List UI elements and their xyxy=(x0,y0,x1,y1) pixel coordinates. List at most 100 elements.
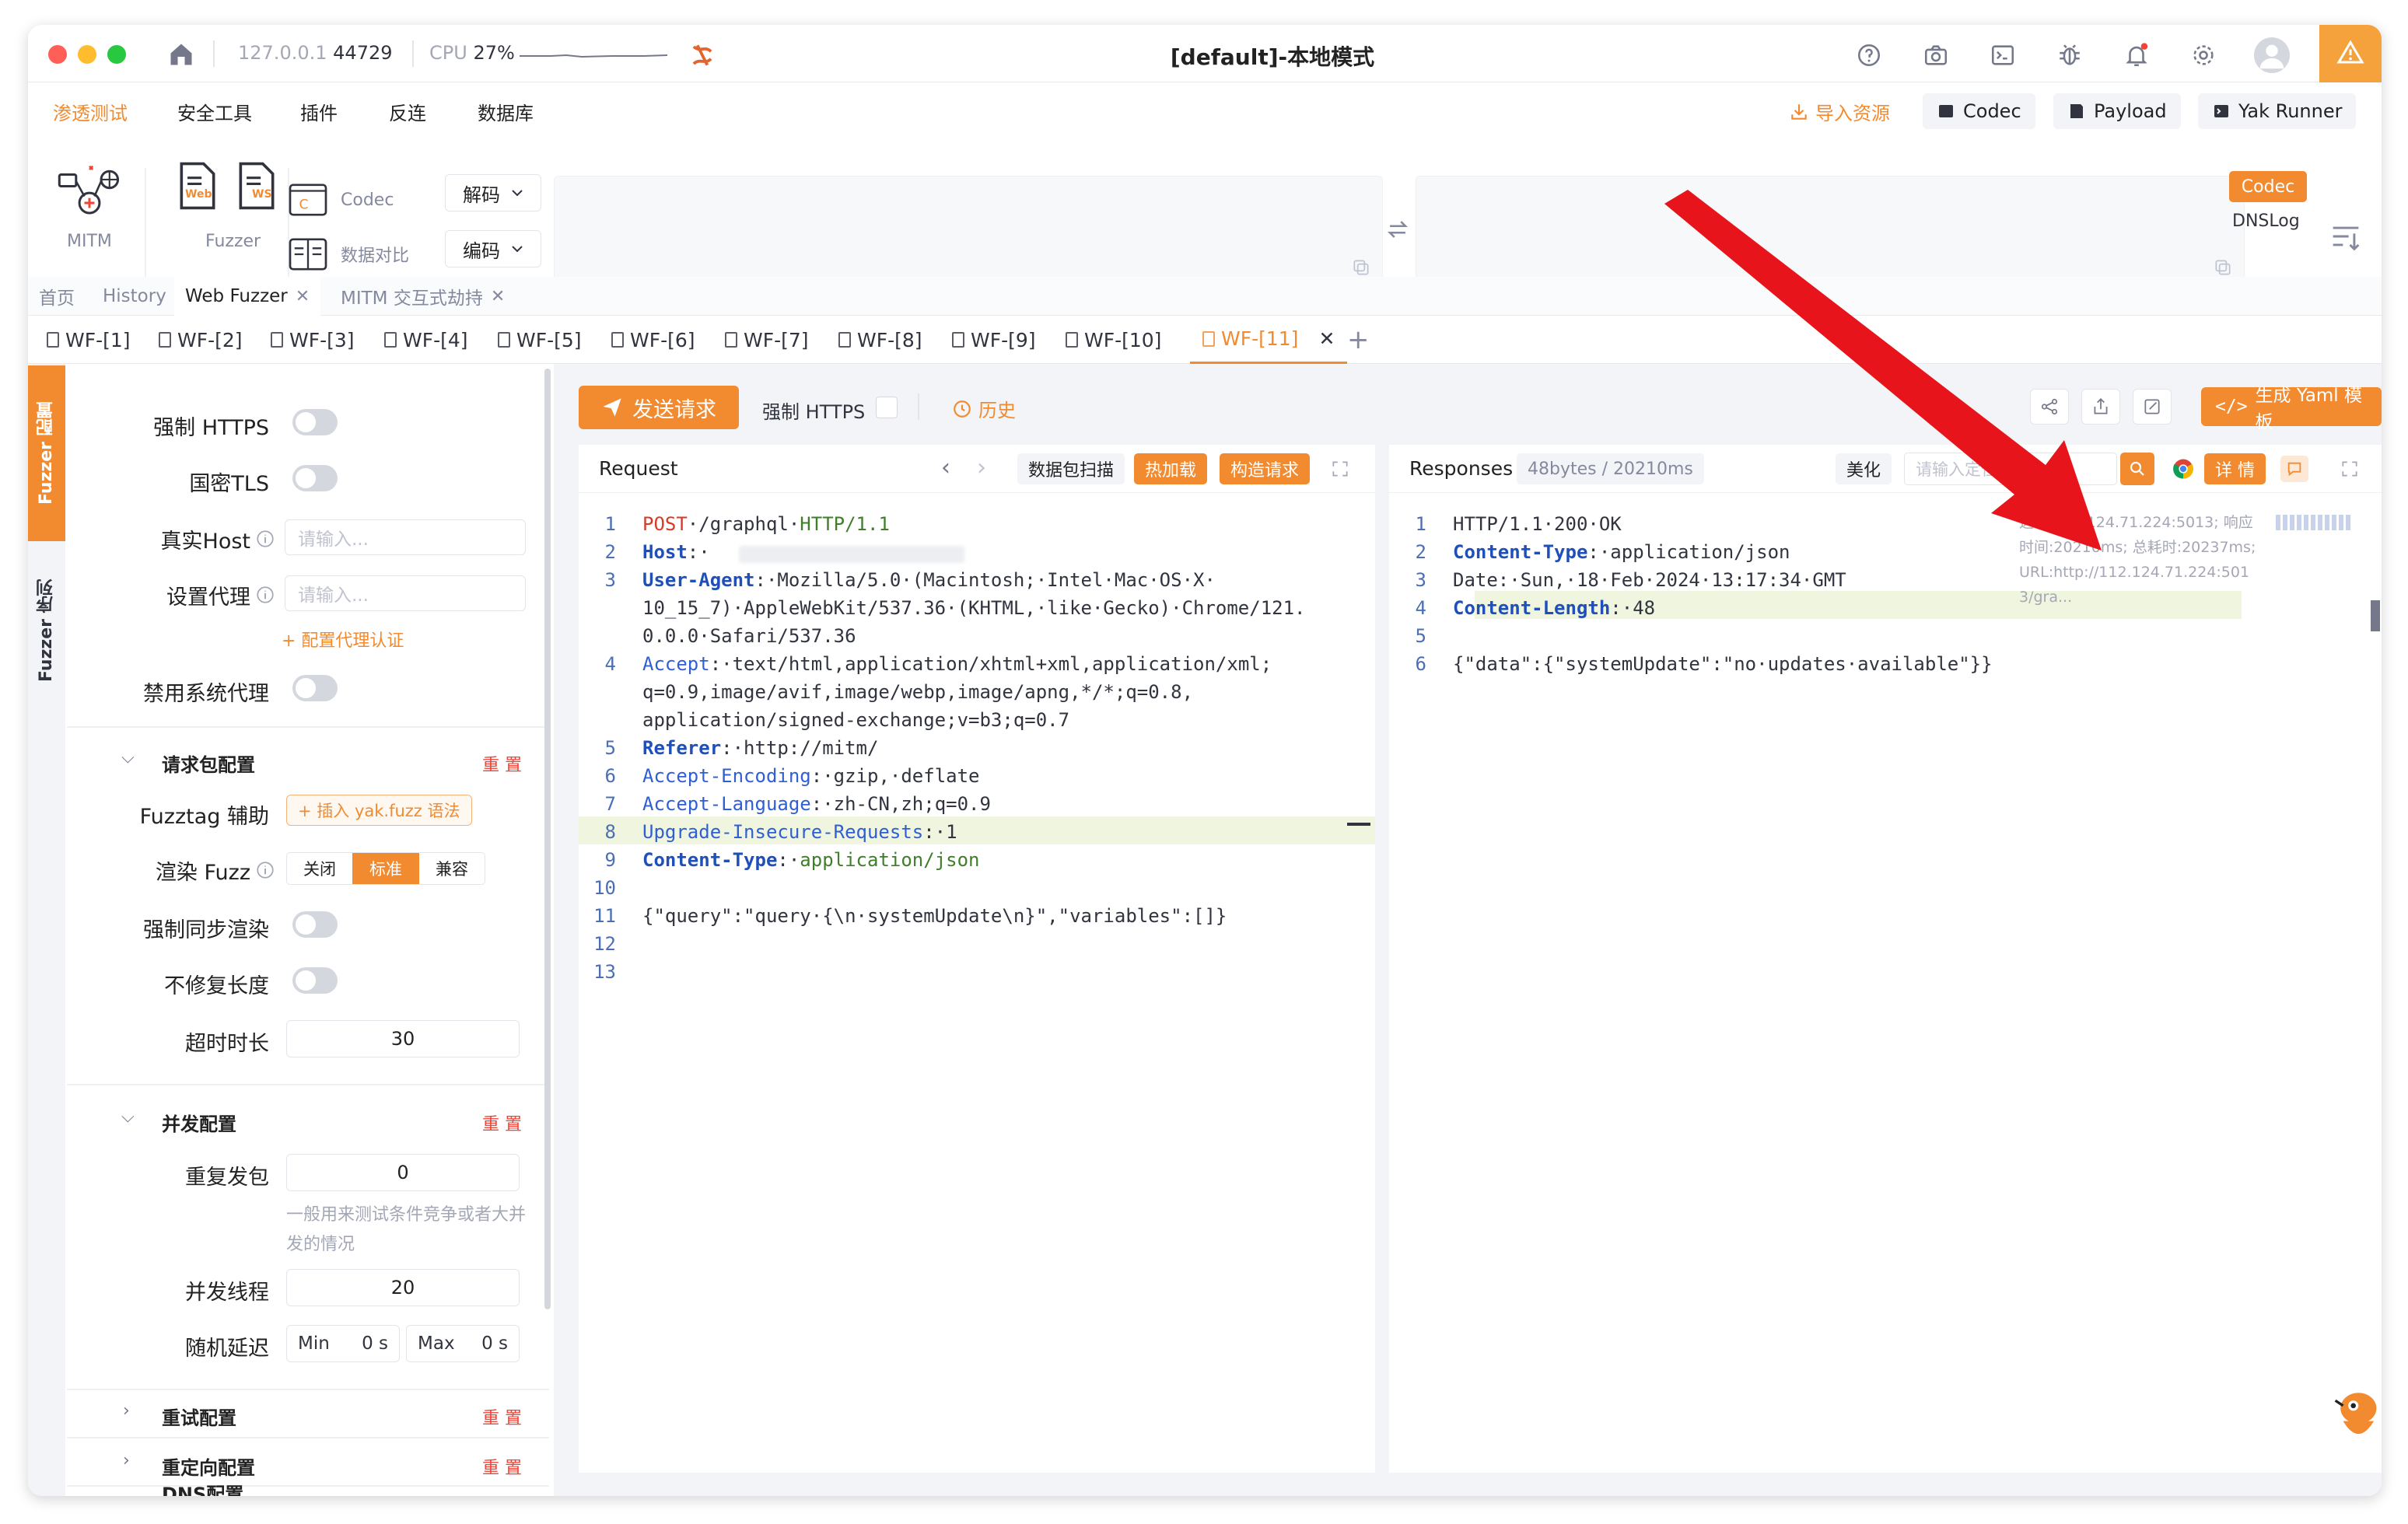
request-editor[interactable]: 1 POST·/graphql·HTTP/1.1 2 Host:· 3 User-Agen… xyxy=(585,510,1363,1443)
comment-button[interactable] xyxy=(2280,456,2308,482)
fuzzer-tab[interactable]: WF-[2] xyxy=(159,316,243,364)
menu-reverse[interactable]: 反连 xyxy=(389,98,426,125)
fuzzer-tab[interactable]: WF-[7] xyxy=(725,316,809,364)
codec-input-area[interactable] xyxy=(554,176,1383,288)
details-button[interactable]: 详 情 xyxy=(2204,453,2266,484)
bell-icon[interactable] xyxy=(2123,42,2150,68)
home-icon[interactable] xyxy=(166,40,196,68)
close-icon[interactable]: ✕ xyxy=(296,287,310,306)
fullscreen-icon[interactable] xyxy=(1330,459,1350,479)
fuzzer-tab[interactable]: WF-[1] xyxy=(47,316,131,364)
config-scrollbar[interactable] xyxy=(544,369,551,1309)
warning-button[interactable] xyxy=(2319,25,2382,82)
add-tab-button[interactable]: + xyxy=(1347,316,1370,364)
fuzzer-tab[interactable]: WF-[4] xyxy=(384,316,468,364)
mitm-tool[interactable]: MITM xyxy=(56,160,131,253)
force-https-checkbox[interactable] xyxy=(876,397,898,418)
retry-config-title[interactable]: 重试配置 xyxy=(162,1403,236,1430)
redirect-config-reset[interactable]: 重 置 xyxy=(482,1454,522,1479)
chevron-down-icon[interactable]: ⌵ xyxy=(121,1107,135,1127)
fuzzer-tab[interactable]: WF-[8] xyxy=(838,316,922,364)
fuzzer-tab-active[interactable]: WF-[11] ✕ xyxy=(1190,316,1348,364)
fuzzer-tab[interactable]: WF-[10] xyxy=(1066,316,1161,364)
mascot-icon[interactable] xyxy=(2330,1382,2382,1449)
redirect-config-title[interactable]: 重定向配置 xyxy=(162,1452,255,1480)
disable-system-proxy-toggle[interactable] xyxy=(292,675,338,701)
hot-load-button[interactable]: 热加载 xyxy=(1134,453,1208,484)
search-button[interactable] xyxy=(2120,453,2154,485)
fuzzer-tab[interactable]: WF-[3] xyxy=(271,316,355,364)
compare-tool[interactable]: 数据对比 xyxy=(288,236,409,272)
close-icon[interactable]: ✕ xyxy=(1318,327,1335,350)
threads-input[interactable]: 20 xyxy=(286,1269,520,1306)
minimap[interactable] xyxy=(2276,515,2350,530)
tab-web-fuzzer[interactable]: Web Fuzzer ✕ xyxy=(174,277,321,316)
timeout-input[interactable]: 30 xyxy=(286,1020,520,1057)
settings-gear-icon[interactable] xyxy=(2190,42,2217,68)
menu-database[interactable]: 数据库 xyxy=(478,98,534,125)
menu-pentest[interactable]: 渗透测试 xyxy=(53,98,128,125)
proxy-auth-link[interactable]: + 配置代理认证 xyxy=(282,627,404,652)
swap-icon[interactable] xyxy=(1384,216,1411,243)
send-request-button[interactable]: 发送请求 xyxy=(579,386,739,429)
tab-home[interactable]: 首页 xyxy=(28,277,86,316)
concurrency-config-title[interactable]: 并发配置 xyxy=(162,1109,236,1136)
chevron-right-icon[interactable]: › xyxy=(123,1401,130,1421)
export-button[interactable] xyxy=(2081,389,2120,425)
vtab-fuzzer-config[interactable]: Fuzzer 配置 xyxy=(28,365,65,541)
side-codec-tab[interactable]: Codec xyxy=(2229,171,2307,202)
dns-config-title[interactable]: DNS配置 xyxy=(162,1485,243,1496)
chevron-right-icon[interactable]: › xyxy=(977,454,986,481)
request-config-reset[interactable]: 重 置 xyxy=(482,751,522,776)
menu-security-tools[interactable]: 安全工具 xyxy=(177,98,252,125)
insert-fuzz-syntax-button[interactable]: + 插入 yak.fuzz 语法 xyxy=(286,795,472,826)
repeat-input[interactable]: 0 xyxy=(286,1154,520,1191)
delay-max-input[interactable]: Max 0 s xyxy=(406,1325,520,1362)
chrome-icon[interactable] xyxy=(2172,457,2195,481)
copy-icon[interactable] xyxy=(2213,257,2233,278)
response-scrollbar[interactable] xyxy=(2371,600,2380,631)
menu-plugins[interactable]: 插件 xyxy=(300,98,338,125)
user-avatar[interactable] xyxy=(2254,37,2290,73)
delay-min-input[interactable]: Min 0 s xyxy=(286,1325,400,1362)
beautify-button[interactable]: 美化 xyxy=(1836,453,1892,484)
close-window-button[interactable] xyxy=(48,45,67,64)
tab-history[interactable]: History xyxy=(92,277,177,316)
info-icon[interactable] xyxy=(255,585,275,605)
copy-icon[interactable] xyxy=(1351,257,1371,278)
proxy-input[interactable]: 请输入... xyxy=(285,575,526,611)
close-icon[interactable]: ✕ xyxy=(491,287,505,306)
vtab-fuzzer-sequence[interactable]: Fuzzer 序列 xyxy=(28,557,65,704)
import-button[interactable] xyxy=(2133,389,2172,425)
fullscreen-icon[interactable] xyxy=(2340,459,2360,479)
gm-tls-toggle[interactable] xyxy=(292,465,338,491)
sort-icon[interactable] xyxy=(2329,221,2363,252)
history-button[interactable]: 历史 xyxy=(952,395,1016,422)
terminal-icon[interactable] xyxy=(1990,42,2016,68)
decode-select[interactable]: 解码 xyxy=(445,174,541,211)
force-sync-toggle[interactable] xyxy=(292,911,338,938)
fuzzer-tab[interactable]: WF-[9] xyxy=(952,316,1036,364)
share-button[interactable] xyxy=(2030,389,2069,425)
import-resources-button[interactable]: 导入资源 xyxy=(1789,98,1890,125)
build-request-button[interactable]: 构造请求 xyxy=(1220,453,1311,484)
response-editor[interactable]: 1 HTTP/1.1·200·OK 2 Content-Type:·applicati… xyxy=(1395,510,2173,1443)
packet-scan-button[interactable]: 数据包扫描 xyxy=(1017,453,1125,484)
chevron-down-icon[interactable]: ⌵ xyxy=(121,748,135,767)
help-icon[interactable] xyxy=(1856,42,1882,68)
real-host-input[interactable]: 请输入... xyxy=(285,519,526,555)
yak-runner-button[interactable]: Yak Runner xyxy=(2198,93,2357,129)
fuzzer-tool[interactable]: Web WS Fuzzer xyxy=(160,160,300,261)
codec-tool[interactable]: C Codec xyxy=(288,182,394,218)
no-fix-length-toggle[interactable] xyxy=(292,967,338,994)
fuzzer-tab[interactable]: WF-[5] xyxy=(498,316,582,364)
generate-yaml-button[interactable]: </> 生成 Yaml 模板 xyxy=(2201,386,2382,432)
codec-output-area[interactable] xyxy=(1416,176,2245,288)
camera-icon[interactable] xyxy=(1923,42,1949,68)
render-standard-option[interactable]: 标准 xyxy=(352,853,419,884)
minimize-window-button[interactable] xyxy=(78,45,96,64)
payload-top-button[interactable]: Payload xyxy=(2053,93,2181,129)
render-compatible-option[interactable]: 兼容 xyxy=(419,853,485,884)
bug-icon[interactable] xyxy=(2056,42,2083,68)
tab-mitm-hijack[interactable]: MITM 交互式劫持 ✕ xyxy=(330,277,516,316)
